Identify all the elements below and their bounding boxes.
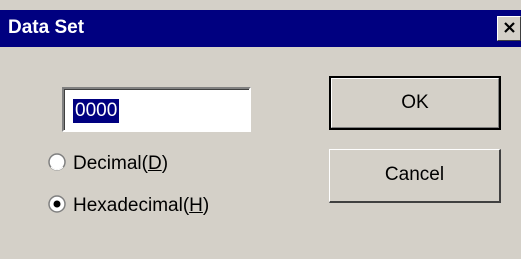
radio-checked-icon: [48, 195, 66, 213]
hexadecimal-label: Hexadecimal(: [73, 195, 190, 216]
title-bar[interactable]: Data Set: [0, 10, 521, 47]
ok-button-label: OK: [331, 78, 499, 128]
hexadecimal-accesskey: H: [189, 195, 203, 216]
decimal-label: Decimal(: [73, 153, 148, 174]
decimal-radio[interactable]: Decimal(D): [48, 151, 168, 177]
decimal-label-suffix: ): [161, 153, 169, 174]
close-button[interactable]: [497, 16, 521, 41]
hexadecimal-radio[interactable]: Hexadecimal(H): [48, 193, 209, 219]
ok-button[interactable]: OK: [329, 76, 501, 130]
data-input-field[interactable]: 0000: [62, 87, 251, 132]
cancel-button[interactable]: Cancel: [329, 149, 501, 203]
hexadecimal-label-suffix: ): [202, 195, 210, 216]
window-title: Data Set: [8, 17, 85, 38]
data-set-dialog: Data Set 0000 Decimal(D) Hexadecimal(H): [0, 0, 521, 259]
data-input-frame: 0000: [64, 89, 249, 130]
close-icon: [504, 22, 515, 33]
data-input-value: 0000: [73, 99, 120, 123]
dialog-body: 0000 Decimal(D) Hexadecimal(H) OK Cancel: [0, 47, 521, 259]
decimal-accesskey: D: [147, 153, 162, 174]
radio-unchecked-icon: [48, 153, 66, 171]
